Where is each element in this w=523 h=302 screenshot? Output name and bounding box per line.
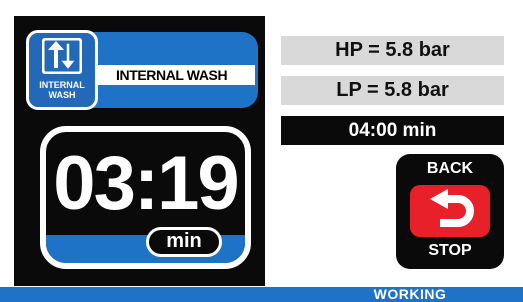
wash-arrows-glyph (42, 38, 82, 74)
program-label: INTERNAL WASH (116, 67, 228, 83)
hp-pressure: HP = 5.8 bar (281, 36, 504, 65)
icon-label-line1: INTERNAL (39, 80, 85, 90)
program-header: INTERNAL WASH INTERNAL WASH (20, 30, 258, 110)
icon-label-line2: WASH (48, 90, 76, 100)
lp-pressure: LP = 5.8 bar (281, 76, 504, 105)
stop-label: STOP (428, 242, 472, 259)
internal-wash-icon: INTERNAL WASH (26, 30, 98, 110)
status-bar: WORKING (0, 287, 523, 302)
status-text: WORKING (373, 286, 447, 302)
return-arrow-icon (410, 185, 490, 237)
back-stop-button[interactable]: BACK STOP (396, 154, 504, 269)
remaining-time-value: 03:19 (53, 141, 239, 226)
screen: INTERNAL WASH INTERNAL WASH 03:19 min HP… (0, 0, 523, 302)
return-arrow-glyph (430, 189, 474, 227)
remaining-time-unit: min (146, 227, 222, 257)
set-time: 04:00 min (281, 116, 504, 145)
remaining-time-display: 03:19 min (40, 126, 251, 269)
back-label: BACK (426, 160, 474, 177)
